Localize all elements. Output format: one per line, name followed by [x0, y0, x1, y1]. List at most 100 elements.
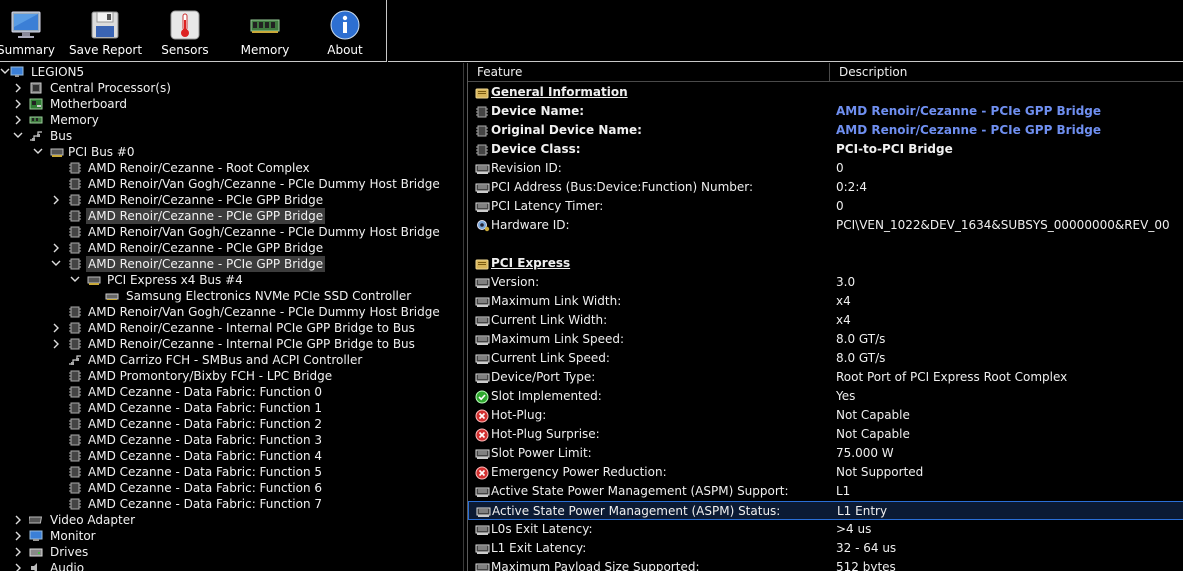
tree-item-pci-bus[interactable]: PCI Bus #0 — [0, 144, 463, 160]
list-row[interactable]: Active State Power Management (ASPM) Sup… — [468, 482, 1183, 501]
summary-button[interactable]: Summary — [0, 0, 62, 61]
list-row[interactable]: Device/Port Type: Root Port of PCI Expres… — [468, 368, 1183, 387]
sensors-button[interactable]: Sensors — [149, 0, 221, 61]
tree-item-device[interactable]: AMD Cezanne - Data Fabric: Function 6 — [0, 480, 463, 496]
tree-item-device[interactable]: AMD Promontory/Bixby FCH - LPC Bridge — [0, 368, 463, 384]
list-row[interactable]: Revision ID: 0 — [468, 159, 1183, 178]
tree-item-label: AMD Renoir/Van Gogh/Cezanne - PCIe Dummy… — [88, 177, 440, 191]
description-cell: Root Port of PCI Express Root Complex — [836, 370, 1068, 384]
save-report-button[interactable]: Save Report — [69, 0, 142, 61]
tree-root[interactable]: LEGION5 — [0, 64, 463, 80]
tree-item-device[interactable]: AMD Renoir/Cezanne - PCIe GPP Bridge — [0, 256, 463, 272]
tree-item-device[interactable]: AMD Cezanne - Data Fabric: Function 1 — [0, 400, 463, 416]
tree-item-device[interactable]: AMD Renoir/Cezanne - PCIe GPP Bridge — [0, 192, 463, 208]
tree-item-device[interactable]: AMD Renoir/Van Gogh/Cezanne - PCIe Dummy… — [0, 176, 463, 192]
header-description[interactable]: Description — [829, 63, 1183, 82]
tree-item-device[interactable]: AMD Carrizo FCH - SMBus and ACPI Control… — [0, 352, 463, 368]
chevron-right-icon[interactable] — [52, 336, 62, 352]
chevron-right-icon[interactable] — [52, 320, 62, 336]
details-list[interactable]: Feature Description General Information D… — [467, 63, 1183, 571]
chevron-down-icon[interactable] — [51, 256, 61, 272]
list-row[interactable]: L1 Exit Latency: 32 - 64 us — [468, 539, 1183, 558]
memory-button[interactable]: Memory — [229, 0, 301, 61]
list-row[interactable]: Version: 3.0 — [468, 273, 1183, 292]
description-cell: x4 — [836, 313, 851, 327]
tree-item-drives[interactable]: Drives — [0, 544, 463, 560]
list-row[interactable]: Slot Power Limit: 75.000 W — [468, 444, 1183, 463]
tree-item-device[interactable]: AMD Cezanne - Data Fabric: Function 3 — [0, 432, 463, 448]
chip-icon — [68, 434, 82, 446]
list-row[interactable]: PCI Address (Bus:Device:Function) Number… — [468, 178, 1183, 197]
tree-item-motherboard[interactable]: Motherboard — [0, 96, 463, 112]
chevron-right-icon[interactable] — [14, 560, 24, 571]
tree-item-central-processor[interactable]: Central Processor(s) — [0, 80, 463, 96]
list-row[interactable]: Maximum Link Speed: 8.0 GT/s — [468, 330, 1183, 349]
list-group-header[interactable]: General Information — [468, 83, 1183, 102]
chevron-down-icon[interactable] — [70, 272, 80, 288]
list-row[interactable]: Hot-Plug Surprise: Not Capable — [468, 425, 1183, 444]
tree-item-device[interactable]: AMD Cezanne - Data Fabric: Function 5 — [0, 464, 463, 480]
tree-item-device[interactable]: AMD Renoir/Cezanne - Internal PCIe GPP B… — [0, 336, 463, 352]
tree-item-device[interactable]: AMD Renoir/Cezanne - Internal PCIe GPP B… — [0, 320, 463, 336]
pci-card-icon — [475, 333, 490, 346]
about-button[interactable]: About — [309, 0, 381, 61]
chevron-right-icon[interactable] — [14, 112, 24, 128]
chip-icon — [68, 322, 82, 334]
tree-item-device[interactable]: AMD Cezanne - Data Fabric: Function 0 — [0, 384, 463, 400]
list-row[interactable]: L0s Exit Latency: >4 us — [468, 520, 1183, 539]
tree-item-device[interactable]: AMD Renoir/Cezanne - PCIe GPP Bridge — [0, 240, 463, 256]
chevron-right-icon[interactable] — [14, 544, 24, 560]
tree-item-audio[interactable]: Audio — [0, 560, 463, 571]
tree-item-device[interactable]: AMD Cezanne - Data Fabric: Function 7 — [0, 496, 463, 512]
pci-card-icon — [475, 314, 490, 327]
chevron-down-icon[interactable] — [0, 64, 10, 80]
tree-item-video-adapter[interactable]: Video Adapter — [0, 512, 463, 528]
feature-cell: Device Class: — [491, 142, 581, 156]
tree-item-device[interactable]: AMD Renoir/Van Gogh/Cezanne - PCIe Dummy… — [0, 224, 463, 240]
tree-item-nvme-controller[interactable]: Samsung Electronics NVMe PCIe SSD Contro… — [0, 288, 463, 304]
device-tree[interactable]: LEGION5 Central Processor(s) Motherboard Me… — [0, 63, 463, 571]
pci-card-icon — [475, 485, 490, 498]
chevron-right-icon[interactable] — [14, 96, 24, 112]
chip-icon — [68, 418, 82, 430]
tree-item-bus[interactable]: Bus — [0, 128, 463, 144]
list-group-header[interactable]: PCI Express — [468, 254, 1183, 273]
list-row[interactable]: Current Link Speed: 8.0 GT/s — [468, 349, 1183, 368]
tree-item-device[interactable]: AMD Renoir/Cezanne - Root Complex — [0, 160, 463, 176]
list-row[interactable]: Active State Power Management (ASPM) Sta… — [468, 501, 1183, 520]
tree-item-label: Video Adapter — [50, 513, 136, 527]
list-row[interactable]: Device Class: PCI-to-PCI Bridge — [468, 140, 1183, 159]
list-row[interactable]: Slot Implemented: Yes — [468, 387, 1183, 406]
tree-item-device[interactable]: AMD Renoir/Cezanne - PCIe GPP Bridge — [0, 208, 463, 224]
chevron-down-icon[interactable] — [33, 144, 43, 160]
description-cell[interactable]: AMD Renoir/Cezanne - PCIe GPP Bridge — [836, 102, 1101, 121]
header-feature[interactable]: Feature — [468, 63, 829, 82]
tree-item-memory[interactable]: Memory — [0, 112, 463, 128]
list-row[interactable] — [468, 235, 1183, 254]
feature-cell: Maximum Link Width: — [491, 294, 622, 308]
tree-item-label: AMD Renoir/Cezanne - Internal PCIe GPP B… — [88, 337, 415, 351]
tree-item-label: Samsung Electronics NVMe PCIe SSD Contro… — [126, 289, 412, 303]
list-row[interactable]: Hot-Plug: Not Capable — [468, 406, 1183, 425]
list-row[interactable]: Device Name: AMD Renoir/Cezanne - PCIe GP… — [468, 102, 1183, 121]
list-row[interactable]: Emergency Power Reduction: Not Supported — [468, 463, 1183, 482]
tree-item-device[interactable]: AMD Cezanne - Data Fabric: Function 2 — [0, 416, 463, 432]
list-row[interactable]: Original Device Name: AMD Renoir/Cezanne … — [468, 121, 1183, 140]
chevron-down-icon[interactable] — [13, 128, 23, 144]
list-row[interactable]: Maximum Payload Size Supported: 512 bytes — [468, 558, 1183, 571]
list-row[interactable]: Maximum Link Width: x4 — [468, 292, 1183, 311]
list-row[interactable]: Hardware ID: PCI\VEN_1022&DEV_1634&SUBSYS… — [468, 216, 1183, 235]
tree-item-device[interactable]: AMD Renoir/Van Gogh/Cezanne - PCIe Dummy… — [0, 304, 463, 320]
chevron-right-icon[interactable] — [14, 80, 24, 96]
chevron-right-icon[interactable] — [14, 528, 24, 544]
tree-item-device[interactable]: AMD Cezanne - Data Fabric: Function 4 — [0, 448, 463, 464]
description-cell[interactable]: AMD Renoir/Cezanne - PCIe GPP Bridge — [836, 121, 1101, 140]
list-row[interactable]: Current Link Width: x4 — [468, 311, 1183, 330]
chevron-right-icon[interactable] — [52, 192, 62, 208]
tree-item-monitor[interactable]: Monitor — [0, 528, 463, 544]
chevron-right-icon[interactable] — [52, 240, 62, 256]
tree-item-pcie-x4-bus[interactable]: PCI Express x4 Bus #4 — [0, 272, 463, 288]
bus-icon — [29, 130, 43, 142]
chevron-right-icon[interactable] — [14, 512, 24, 528]
list-row[interactable]: PCI Latency Timer: 0 — [468, 197, 1183, 216]
